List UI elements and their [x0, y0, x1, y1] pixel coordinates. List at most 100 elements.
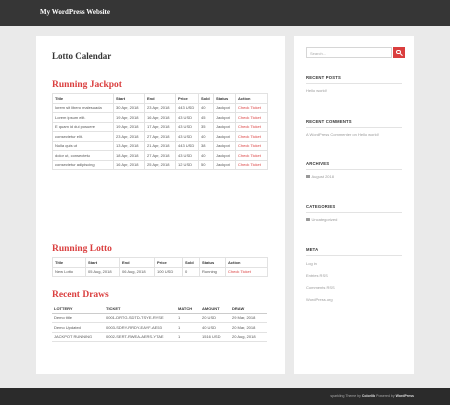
column-header: Title: [52, 93, 114, 104]
table-cell: consectetur elit.: [52, 131, 114, 142]
footer-prefix: sparkling Theme by: [330, 394, 361, 398]
footer-platform-link[interactable]: WordPress: [396, 394, 414, 398]
table-cell: 40: [198, 150, 214, 161]
table-row: consectetur adipiscing 16 Apr, 2018 25 Apr…: [52, 159, 268, 170]
column-header: Price: [154, 257, 183, 268]
table-cell: Lorem ipsum elit.: [52, 112, 114, 123]
divider: [306, 83, 402, 84]
draws-table: LOTTERY TICKET MATCH AMOUNT DRAW Demo title 00…: [52, 304, 267, 342]
table-cell: 05 Aug, 2018: [85, 266, 120, 277]
check-ticket-link[interactable]: Check Ticket: [235, 150, 268, 161]
page-title: Lotto Calendar: [52, 51, 112, 61]
column-header: End: [119, 257, 155, 268]
site-title[interactable]: My WordPress Website: [40, 8, 110, 16]
table-cell: 100 USD: [154, 266, 183, 277]
check-ticket-link[interactable]: Check Ticket: [235, 131, 268, 142]
archive-link[interactable]: August 2018: [312, 174, 334, 179]
table-cell: 1: [176, 322, 200, 333]
column-header: Start: [113, 93, 145, 104]
lotto-table: Title Start End Price Sold Status Action New Lo…: [52, 257, 268, 277]
meta-login-link[interactable]: Log in: [306, 261, 317, 266]
table-cell: 29 Mar, 2018: [230, 313, 267, 323]
column-header: Status: [213, 93, 236, 104]
table-cell: 40 USD: [200, 322, 230, 333]
table-cell: 20 USD: [200, 313, 230, 323]
table-cell: 30 Apr, 2018: [113, 102, 145, 113]
table-cell: 43 USD: [175, 121, 199, 132]
meta-wordpress-link[interactable]: WordPress.org: [306, 297, 333, 302]
table-cell: 18 Apr, 2018: [113, 150, 145, 161]
column-header: DRAW: [230, 304, 267, 314]
check-ticket-link[interactable]: Check Ticket: [235, 140, 268, 151]
table-cell: 43 USD: [175, 112, 199, 123]
table-cell: 17 Apr, 2018: [144, 121, 176, 132]
table-cell: New Lotto: [52, 266, 86, 277]
table-cell: 20 Aug, 2018: [230, 332, 267, 342]
table-cell: 27 Apr, 2018: [144, 131, 176, 142]
calendar-icon: [306, 175, 310, 179]
table-cell: 16 Apr, 2018: [144, 112, 176, 123]
table-cell: 0: [182, 266, 200, 277]
check-ticket-link[interactable]: Check Ticket: [235, 102, 268, 113]
category-link[interactable]: Uncategorized: [312, 217, 338, 222]
column-header: Action: [235, 93, 268, 104]
meta-title: META: [306, 247, 319, 252]
footer-mid: Powered by: [376, 394, 395, 398]
table-cell: 27 Apr, 2018: [144, 150, 176, 161]
table-row: dolor ut, consectetu 18 Apr, 2018 27 Apr, …: [52, 150, 268, 161]
column-header: Action: [225, 257, 268, 268]
table-row: consectetur elit. 23 Apr, 2018 27 Apr, 201…: [52, 131, 268, 142]
column-header: Start: [85, 257, 120, 268]
category-item[interactable]: Uncategorized: [306, 217, 337, 222]
table-cell: 25 Apr, 2018: [144, 159, 176, 170]
column-header: MATCH: [176, 304, 200, 314]
check-ticket-link[interactable]: Check Ticket: [235, 112, 268, 123]
table-cell: consectetur adipiscing: [52, 159, 114, 170]
divider: [306, 255, 402, 256]
table-cell: 45: [198, 112, 214, 123]
meta-entries-rss-link[interactable]: Entries RSS: [306, 273, 328, 278]
table-row: Lorem ipsum elit. 19 Apr, 2018 16 Apr, 201…: [52, 112, 268, 123]
check-ticket-link[interactable]: Check Ticket: [235, 121, 268, 132]
check-ticket-link[interactable]: Check Ticket: [225, 266, 268, 277]
table-cell: lorem sit libero malesuada: [52, 102, 114, 113]
table-cell: 50: [198, 159, 214, 170]
table-cell: Jackpot: [213, 159, 236, 170]
running-jackpot-heading: Running Jackpot: [52, 80, 122, 90]
table-cell: Nulla quis ut: [52, 140, 114, 151]
search-button[interactable]: [393, 47, 405, 58]
table-row: Nulla quis ut 13 Apr, 2018 21 Apr, 2018 443…: [52, 140, 268, 151]
table-cell: 0002-SERT-RWEA-AERS-YTAE: [104, 332, 176, 342]
footer-author-link[interactable]: Colorlib: [362, 394, 375, 398]
table-cell: JACKPOT RUNNING: [52, 332, 104, 342]
table-row: Demo title 0001-DRTG-SDTD-TSYE-RYSE 1 20 US…: [52, 313, 267, 323]
table-cell: 21 Apr, 2018: [144, 140, 176, 151]
table-cell: 35: [198, 121, 214, 132]
table-cell: 23 Apr, 2018: [113, 131, 145, 142]
table-cell: Jackpot: [213, 102, 236, 113]
meta-comments-rss-link[interactable]: Comments RSS: [306, 285, 335, 290]
folder-icon: [306, 218, 310, 222]
table-cell: 13 Apr, 2018: [113, 140, 145, 151]
table-cell: 0003-SDRY-RRDY-EAYF-AE53: [104, 322, 176, 333]
check-ticket-link[interactable]: Check Ticket: [235, 159, 268, 170]
table-cell: 1: [176, 313, 200, 323]
recent-comment-link[interactable]: A WordPress Commenter on Hello world!: [306, 132, 379, 137]
column-header: TICKET: [104, 304, 176, 314]
column-header: Price: [175, 93, 199, 104]
archive-item[interactable]: August 2018: [306, 174, 334, 179]
archives-title: ARCHIVES: [306, 161, 330, 166]
divider: [306, 212, 402, 213]
recent-draws-heading: Recent Draws: [52, 290, 109, 300]
table-cell: Jackpot: [213, 121, 236, 132]
table-cell: Jackpot: [213, 112, 236, 123]
table-row: E quam id dui posuere 19 Apr, 2018 17 Apr,…: [52, 121, 268, 132]
column-header: End: [144, 93, 176, 104]
recent-post-link[interactable]: Hello world!: [306, 88, 327, 93]
search-input[interactable]: Search...: [306, 47, 392, 58]
column-header: Status: [199, 257, 226, 268]
jackpot-table: Title Start End Price Sold Status Action lorem …: [52, 93, 268, 170]
column-header: Sold: [198, 93, 214, 104]
table-cell: 12 USD: [175, 159, 199, 170]
table-cell: 06 Aug, 2018: [119, 266, 155, 277]
